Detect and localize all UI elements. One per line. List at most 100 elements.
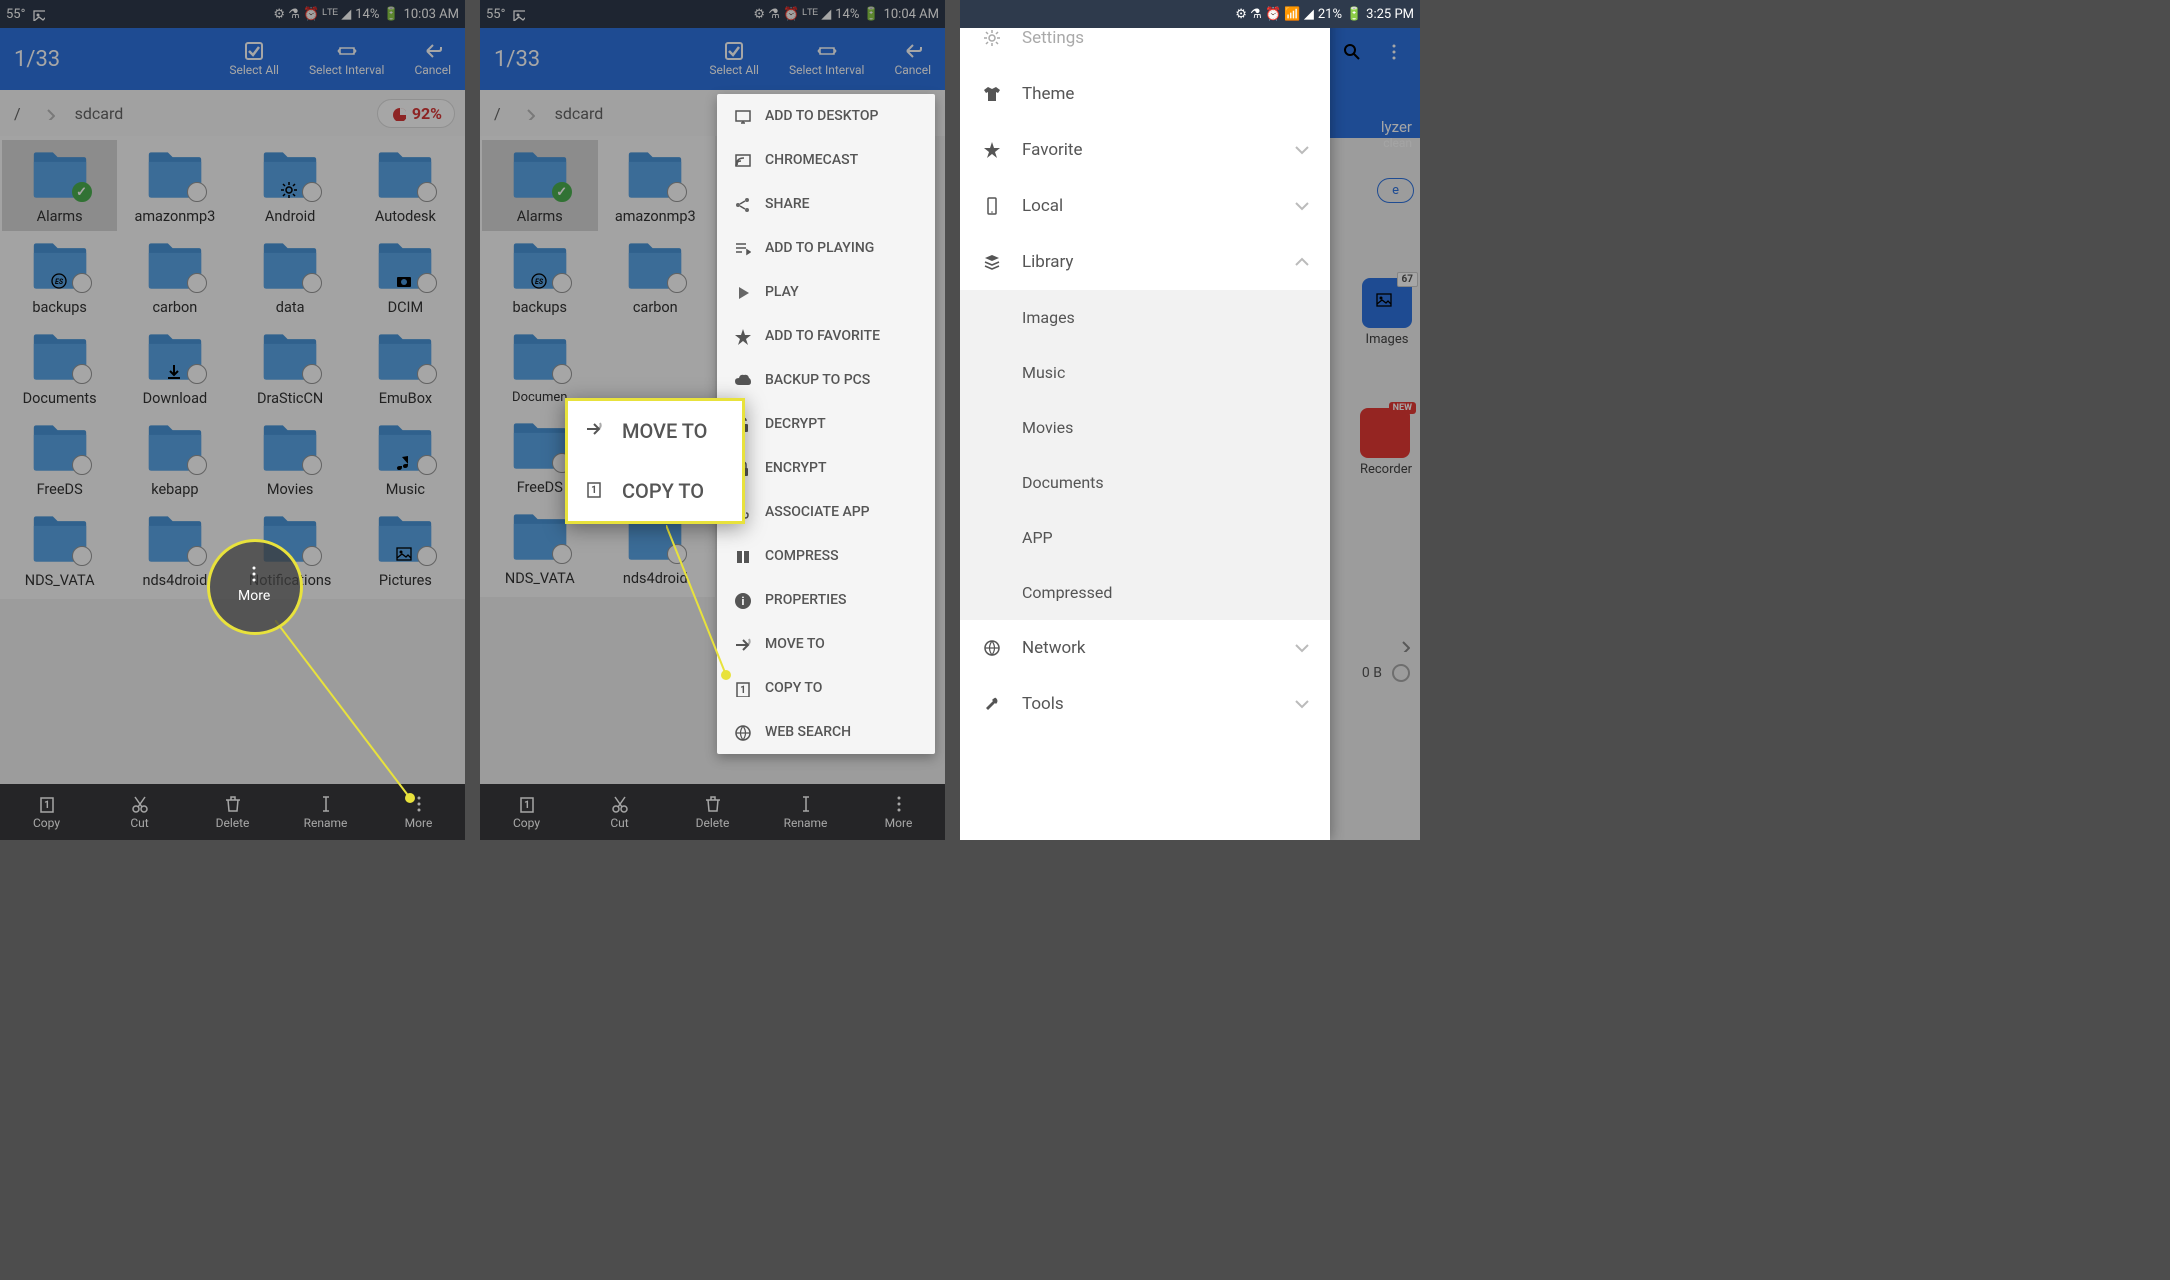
folder-alarms[interactable]: Alarms xyxy=(2,140,117,231)
selection-header: 1/33 Select All Select Interval Cancel xyxy=(480,28,945,90)
menu-chromecast[interactable]: CHROMECAST xyxy=(717,138,935,182)
select-interval-button[interactable]: Select Interval xyxy=(789,41,864,77)
folder-alarms[interactable]: Alarms xyxy=(482,140,598,231)
cast-icon xyxy=(733,151,751,169)
rename-button[interactable]: Rename xyxy=(279,784,372,840)
select-all-button[interactable]: Select All xyxy=(709,41,759,77)
folder-data[interactable]: data xyxy=(233,231,348,322)
callout-copy-to[interactable]: COPY TO xyxy=(568,461,742,521)
folder-backups[interactable]: backups xyxy=(2,231,117,322)
callout-move-to[interactable]: MOVE TO xyxy=(568,401,742,461)
folder-drasticcn[interactable]: DraSticCN xyxy=(233,322,348,413)
rename-button[interactable]: Rename xyxy=(759,784,852,840)
temp: 55° xyxy=(6,7,25,22)
cut-button[interactable]: Cut xyxy=(573,784,666,840)
folder-carbon[interactable]: carbon xyxy=(598,231,714,322)
drawer-images[interactable]: Images xyxy=(960,290,1330,345)
more-menu: ADD TO DESKTOP CHROMECAST SHARE ADD TO P… xyxy=(717,94,935,754)
folder-pictures[interactable]: Pictures xyxy=(348,504,463,595)
folder-nds-vata[interactable]: NDS_VATA xyxy=(2,504,117,595)
more-button[interactable]: More xyxy=(372,784,465,840)
drawer-music[interactable]: Music xyxy=(960,345,1330,400)
menu-backup-pcs[interactable]: BACKUP TO PCS xyxy=(717,358,935,402)
copy-1-icon xyxy=(584,479,608,503)
folder-music[interactable]: Music xyxy=(348,413,463,504)
cancel-button[interactable]: Cancel xyxy=(414,41,451,77)
folder-movies[interactable]: Movies xyxy=(233,413,348,504)
copy-button[interactable]: Copy xyxy=(480,784,573,840)
drawer-app[interactable]: APP xyxy=(960,510,1330,565)
drawer-library[interactable]: Library xyxy=(960,234,1330,290)
folder-documents[interactable]: Documents xyxy=(2,322,117,413)
chevron-down-icon xyxy=(1292,140,1312,160)
folder-grid: Alarms amazonmp3 Android Autodesk backup… xyxy=(0,136,465,599)
delete-button[interactable]: Delete xyxy=(186,784,279,840)
chevron-right-icon xyxy=(521,106,535,120)
drawer-local[interactable]: Local xyxy=(960,178,1330,234)
drawer-movies[interactable]: Movies xyxy=(960,400,1330,455)
select-interval-button[interactable]: Select Interval xyxy=(309,41,384,77)
chevron-down-icon xyxy=(1292,694,1312,714)
folder-dcim[interactable]: DCIM xyxy=(348,231,463,322)
search-icon[interactable] xyxy=(1342,42,1364,64)
menu-encrypt[interactable]: ENCRYPT xyxy=(717,446,935,490)
status-bar: 55° ⚙ ⚗ ⏰ ᴸᵀᴱ ◢ 14% 🔋 10:03 AM xyxy=(0,0,465,28)
breadcrumb[interactable]: / sdcard 92% xyxy=(0,90,465,136)
folder-emubox[interactable]: EmuBox xyxy=(348,322,463,413)
star-icon xyxy=(733,327,751,345)
folder-amazonmp3[interactable]: amazonmp3 xyxy=(598,140,714,231)
more-icon[interactable] xyxy=(1384,42,1406,64)
folder-backups[interactable]: backups xyxy=(482,231,598,322)
share-icon xyxy=(733,195,751,213)
delete-button[interactable]: Delete xyxy=(666,784,759,840)
menu-move-to[interactable]: MOVE TO xyxy=(717,622,935,666)
picture-icon xyxy=(31,7,45,21)
menu-share[interactable]: SHARE xyxy=(717,182,935,226)
globe-icon xyxy=(982,638,1002,658)
navigation-drawer: Settings Theme Favorite Local Library Im… xyxy=(960,0,1330,840)
disk-usage-badge[interactable]: 92% xyxy=(377,99,455,128)
breadcrumb-root[interactable]: / xyxy=(14,104,21,123)
menu-copy-to[interactable]: COPY TO xyxy=(717,666,935,710)
compress-icon xyxy=(733,547,751,565)
phone-screen-3: ⚙ ⚗ ⏰ 📶 ◢21%🔋3:25 PM lyzer clean e 67 Im… xyxy=(960,0,1420,840)
folder-nds4droid[interactable]: nds4droid xyxy=(117,504,232,595)
playlist-icon xyxy=(733,239,751,257)
menu-properties[interactable]: PROPERTIES xyxy=(717,578,935,622)
more-button[interactable]: More xyxy=(852,784,945,840)
drawer-theme[interactable]: Theme xyxy=(960,66,1330,122)
bottom-action-bar: Copy Cut Delete Rename More xyxy=(480,784,945,840)
cut-button[interactable]: Cut xyxy=(93,784,186,840)
menu-add-desktop[interactable]: ADD TO DESKTOP xyxy=(717,94,935,138)
breadcrumb-sdcard[interactable]: sdcard xyxy=(75,104,124,123)
callout-move-copy: MOVE TO COPY TO xyxy=(565,398,745,524)
menu-web-search[interactable]: WEB SEARCH xyxy=(717,710,935,754)
folder-carbon[interactable]: carbon xyxy=(117,231,232,322)
drawer-network[interactable]: Network xyxy=(960,620,1330,676)
battery-pct: 14% xyxy=(355,7,379,22)
select-all-button[interactable]: Select All xyxy=(229,41,279,77)
drawer-documents[interactable]: Documents xyxy=(960,455,1330,510)
folder-android[interactable]: Android xyxy=(233,140,348,231)
folder-amazonmp3[interactable]: amazonmp3 xyxy=(117,140,232,231)
folder-download[interactable]: Download xyxy=(117,322,232,413)
cloud-icon xyxy=(733,371,751,389)
folder-freeds[interactable]: FreeDS xyxy=(2,413,117,504)
folder-autodesk[interactable]: Autodesk xyxy=(348,140,463,231)
menu-associate[interactable]: ASSOCIATE APP xyxy=(717,490,935,534)
cancel-button[interactable]: Cancel xyxy=(894,41,931,77)
chevron-down-icon xyxy=(1292,638,1312,658)
menu-compress[interactable]: COMPRESS xyxy=(717,534,935,578)
menu-play[interactable]: PLAY xyxy=(717,270,935,314)
camera-icon xyxy=(394,271,416,293)
drawer-compressed[interactable]: Compressed xyxy=(960,565,1330,620)
folder-kebapp[interactable]: kebapp xyxy=(117,413,232,504)
menu-add-playing[interactable]: ADD TO PLAYING xyxy=(717,226,935,270)
desktop-icon xyxy=(733,107,751,125)
chevron-down-icon xyxy=(1292,196,1312,216)
copy-button[interactable]: Copy xyxy=(0,784,93,840)
drawer-tools[interactable]: Tools xyxy=(960,676,1330,732)
menu-add-favorite[interactable]: ADD TO FAVORITE xyxy=(717,314,935,358)
menu-decrypt[interactable]: DECRYPT xyxy=(717,402,935,446)
drawer-favorite[interactable]: Favorite xyxy=(960,122,1330,178)
